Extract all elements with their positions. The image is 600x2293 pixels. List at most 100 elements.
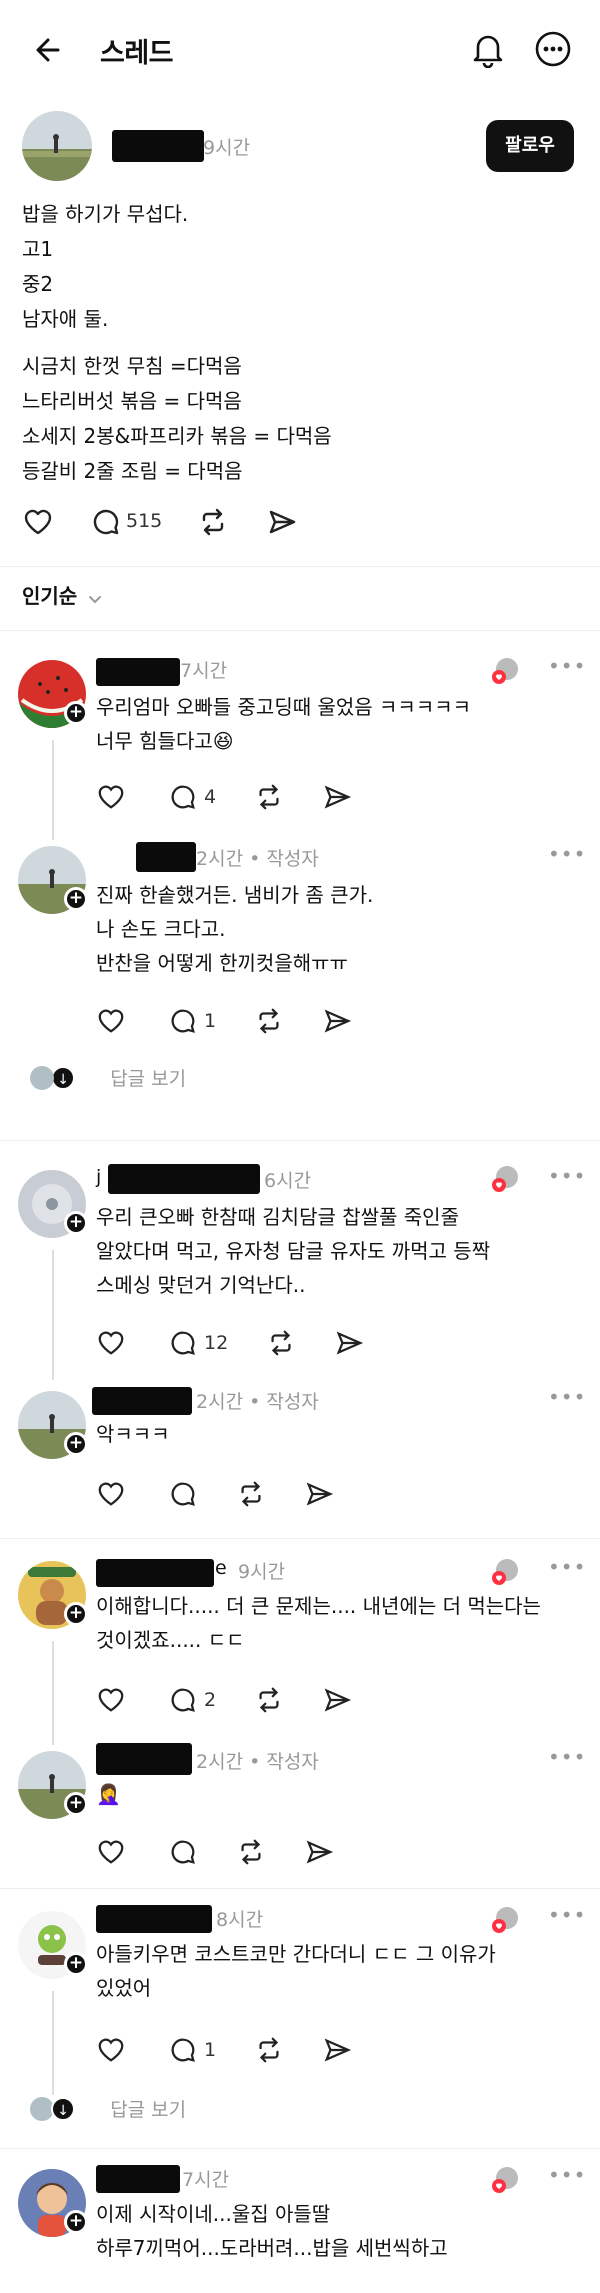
follow-plus-icon[interactable]: + (64, 887, 88, 911)
comment-icon (171, 785, 195, 809)
comment-repost-button[interactable] (266, 1328, 296, 1358)
repost-icon (241, 1481, 261, 1507)
follow-plus-icon[interactable]: + (64, 1952, 88, 1976)
comment-more-icon[interactable]: ••• (548, 842, 586, 866)
comment-more-icon[interactable]: ••• (548, 1903, 586, 1927)
author-avatar[interactable] (22, 111, 92, 181)
heart-icon (98, 1009, 124, 1033)
more-options-button[interactable] (534, 30, 572, 68)
sort-dropdown[interactable]: 인기순 (22, 580, 104, 612)
commenter-name-redacted (96, 1743, 192, 1775)
comment-time: 7시간 (182, 2169, 230, 2191)
comment-like-button[interactable] (96, 2035, 126, 2065)
repost-icon (271, 1330, 291, 1356)
share-icon (324, 1688, 352, 1712)
notifications-button[interactable] (470, 30, 506, 68)
comment-like-button[interactable] (96, 1685, 126, 1715)
comment-icon (171, 1688, 195, 1712)
repost-button[interactable] (197, 506, 229, 538)
comment-time: 8시간 (216, 1909, 264, 1931)
heart-icon (98, 2038, 124, 2062)
chevron-down-icon (89, 595, 102, 603)
comment-more-icon[interactable]: ••• (548, 654, 586, 678)
follow-plus-icon[interactable]: + (64, 1792, 88, 1816)
comment-text: 아들키우면 코스트코만 간다더니 ㄷㄷ 그 이유가 있었어 (96, 1937, 496, 2005)
view-replies-link[interactable]: ↓ 답글 보기 (30, 1064, 186, 1094)
comment-line: 스메싱 맞던거 기억난다.. (96, 1273, 306, 1297)
comment-share-button[interactable] (322, 782, 352, 812)
view-replies-label: 답글 보기 (110, 1068, 187, 1090)
comment-icon (171, 2038, 195, 2062)
comment-reply-button[interactable] (168, 1479, 198, 1509)
more-icon (535, 31, 571, 67)
comment-text: 우리엄마 오빠들 중고딩때 울었음 ㅋㅋㅋㅋㅋ 너무 힘들다고😆 (96, 690, 471, 758)
comment-like-button[interactable] (96, 1006, 126, 1036)
heart-icon (98, 1688, 124, 1712)
comment-more-icon[interactable]: ••• (548, 1164, 586, 1188)
back-button[interactable] (30, 32, 66, 68)
commenter-name-redacted (136, 842, 196, 872)
comment-share-button[interactable] (322, 2035, 352, 2065)
comment-repost-button[interactable] (254, 782, 284, 812)
commenter-name-prefix: j (96, 1166, 102, 1188)
comment-like-button[interactable] (96, 1479, 126, 1509)
comment-more-icon[interactable]: ••• (548, 2163, 586, 2187)
repost-icon (259, 2037, 279, 2063)
comment: + 2시간 • 작성자 ••• 악ㅋㅋㅋ (0, 1375, 600, 1525)
comment-share-button[interactable] (322, 1685, 352, 1715)
comment-share-button[interactable] (322, 1006, 352, 1036)
comment-more-icon[interactable]: ••• (548, 1385, 586, 1409)
bell-icon (473, 35, 503, 68)
comment-repost-button[interactable] (236, 1837, 266, 1867)
follow-plus-icon[interactable]: + (64, 2210, 88, 2234)
commenter-name-redacted (96, 1559, 214, 1587)
view-replies-link[interactable]: ↓ 답글 보기 (30, 2095, 186, 2125)
comment-line: 것이겠죠..... ㄷㄷ (96, 1628, 245, 1652)
post-line: 중2 (22, 272, 54, 296)
comment-repost-button[interactable] (254, 1685, 284, 1715)
comment-text: 우리 큰오빠 한참때 김치담글 찹쌀풀 죽인줄 알았다며 먹고, 유자청 담글 … (96, 1200, 490, 1302)
thread-line (52, 740, 54, 840)
author-liked-badge (490, 1557, 520, 1587)
comment-share-button[interactable] (304, 1837, 334, 1867)
comment-repost-button[interactable] (236, 1479, 266, 1509)
comment-icon (171, 1009, 195, 1033)
divider (0, 1888, 600, 1889)
comment-reply-count: 2 (204, 1689, 217, 1711)
share-button[interactable] (266, 506, 298, 538)
follow-plus-icon[interactable]: + (64, 1432, 88, 1456)
follow-plus-icon[interactable]: + (64, 701, 88, 725)
divider (0, 1538, 600, 1539)
comment-line: 알았다며 먹고, 유자청 담글 유자도 까먹고 등짝 (96, 1239, 491, 1263)
repost-icon (241, 1839, 261, 1865)
comment-share-button[interactable] (304, 1479, 334, 1509)
follow-plus-icon[interactable]: + (64, 1602, 88, 1626)
commenter-name-redacted (96, 658, 180, 686)
comment-like-button[interactable] (96, 782, 126, 812)
reply-avatar-stack-icon (30, 1065, 54, 1090)
comment-more-icon[interactable]: ••• (548, 1745, 586, 1769)
comment-time: 2시간 • 작성자 (196, 1751, 319, 1773)
comment-line: 너무 힘들다고😆 (96, 729, 234, 753)
comment: + 7시간 ••• 이제 시작이네...울집 아들딸 하루7끼먹어...도라버려… (0, 2155, 600, 2293)
heart-icon (24, 509, 52, 535)
follow-plus-icon[interactable]: + (64, 1211, 88, 1235)
comment-like-button[interactable] (96, 1328, 126, 1358)
expand-down-icon: ↓ (51, 1065, 76, 1090)
like-button[interactable] (22, 506, 54, 538)
reply-button[interactable]: 515 (90, 506, 170, 538)
comment-icon (171, 1331, 195, 1355)
comment-repost-button[interactable] (254, 1006, 284, 1036)
comment-share-button[interactable] (334, 1328, 364, 1358)
follow-button[interactable]: 팔로우 (486, 120, 574, 172)
comment-repost-button[interactable] (254, 2035, 284, 2065)
heart-icon (98, 1331, 124, 1355)
comment-reply-button[interactable] (168, 1837, 198, 1867)
comment-line: 나 손도 크다고. (96, 917, 226, 941)
comment-reply-count: 1 (204, 1010, 217, 1032)
comment-more-icon[interactable]: ••• (548, 1555, 586, 1579)
comment-line: 우리엄마 오빠들 중고딩때 울었음 ㅋㅋㅋㅋㅋ (96, 695, 472, 719)
comment: + 2시간 • 작성자 ••• 진짜 한솥했거든. 냄비가 좀 큰가. 나 손도… (0, 830, 600, 1050)
comment-like-button[interactable] (96, 1837, 126, 1867)
thread-line (52, 1250, 54, 1380)
